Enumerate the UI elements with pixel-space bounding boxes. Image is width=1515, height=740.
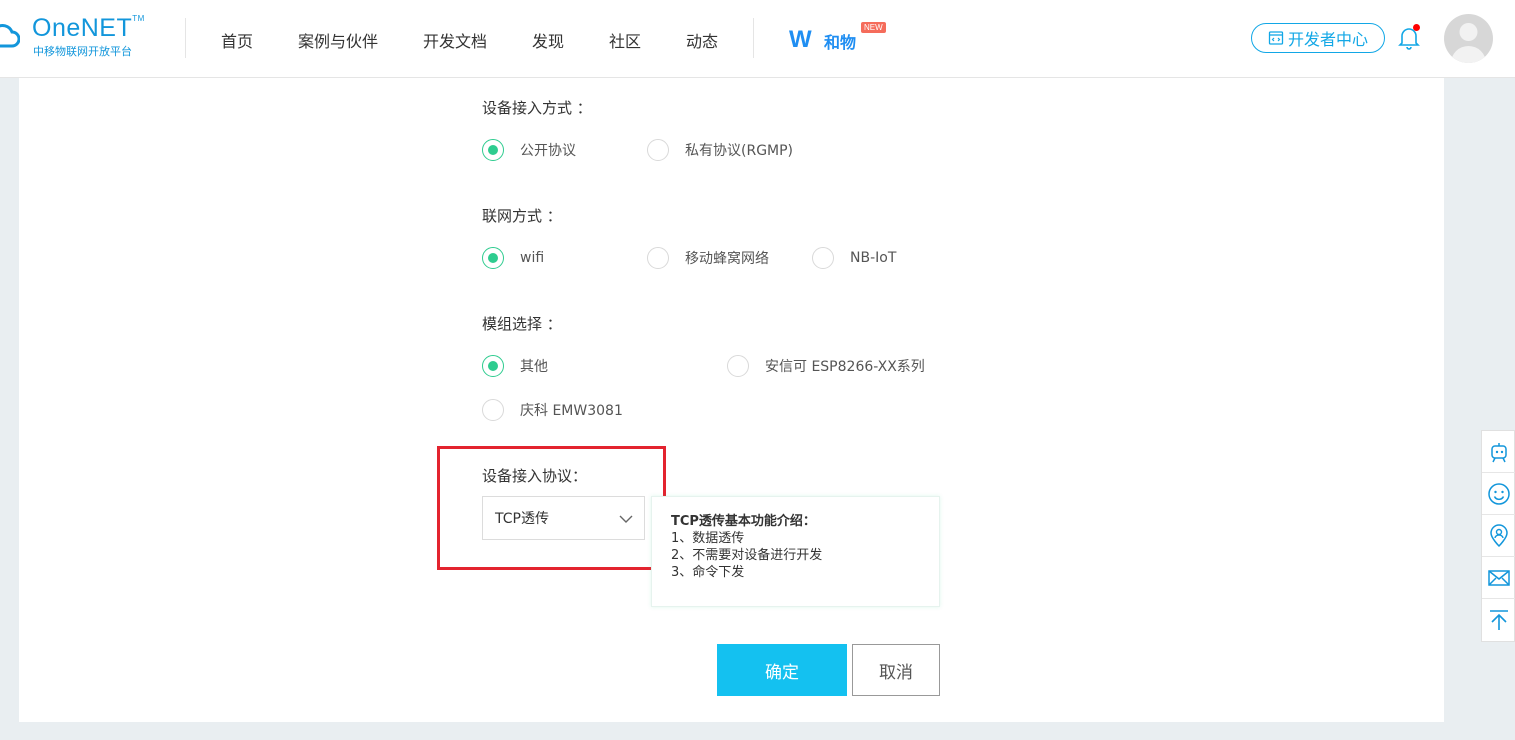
radio-label: 公开协议 xyxy=(520,143,576,159)
protocol-select[interactable]: TCP透传 xyxy=(482,496,645,540)
radio-public-protocol[interactable]: 公开协议 xyxy=(482,139,576,161)
radio-wifi[interactable]: wifi xyxy=(482,247,544,269)
radio-circle xyxy=(482,355,504,377)
top-header: OneNETTM 中移物联网开放平台 首页 案例与伙伴 开发文档 发现 社区 动… xyxy=(0,0,1515,78)
radio-module-other[interactable]: 其他 xyxy=(482,355,548,377)
hewu-w-icon: W xyxy=(789,26,812,53)
float-robot-button[interactable] xyxy=(1482,431,1515,473)
notification-bell[interactable] xyxy=(1398,24,1420,50)
notification-dot xyxy=(1413,24,1420,31)
hewu-text: 和物 xyxy=(824,33,857,52)
float-feedback-button[interactable] xyxy=(1482,473,1515,515)
radio-circle xyxy=(482,139,504,161)
radio-circle xyxy=(812,247,834,269)
confirm-button[interactable]: 确定 xyxy=(717,644,847,696)
floating-toolbar xyxy=(1481,430,1515,642)
radio-module-esp8266[interactable]: 安信可 ESP8266-XX系列 xyxy=(727,355,925,377)
radio-circle xyxy=(727,355,749,377)
header-divider xyxy=(185,18,186,58)
info-title: TCP透传基本功能介绍： xyxy=(671,514,816,529)
radio-label: 移动蜂窝网络 xyxy=(685,251,769,267)
developer-center-button[interactable]: 开发者中心 xyxy=(1251,23,1385,53)
back-to-top-icon xyxy=(1490,610,1508,630)
smile-icon xyxy=(1488,482,1510,505)
info-line: 3、命令下发 xyxy=(671,565,745,580)
float-contact-button[interactable] xyxy=(1482,515,1515,557)
float-mail-button[interactable] xyxy=(1482,557,1515,599)
radio-circle xyxy=(647,139,669,161)
code-window-icon xyxy=(1268,31,1284,45)
module-label: 模组选择 ： xyxy=(482,315,562,333)
chevron-down-icon xyxy=(619,515,633,523)
radio-nb-iot[interactable]: NB-IoT xyxy=(812,247,896,269)
radio-circle xyxy=(482,399,504,421)
protocol-selected-value: TCP透传 xyxy=(495,511,549,527)
brand-name: OneNETTM xyxy=(32,14,145,42)
radio-label: 其他 xyxy=(520,359,548,375)
cloud-logo-icon xyxy=(0,23,20,48)
protocol-label: 设备接入协议： xyxy=(482,467,588,485)
robot-icon xyxy=(1491,442,1507,462)
location-user-icon xyxy=(1490,523,1508,547)
radio-label: 私有协议(RGMP) xyxy=(685,143,794,159)
float-top-button[interactable] xyxy=(1482,599,1515,641)
network-label: 联网方式 ： xyxy=(482,207,562,225)
nav-dev-docs[interactable]: 开发文档 xyxy=(423,28,487,52)
nav-community[interactable]: 社区 xyxy=(609,28,641,52)
radio-label: 庆科 EMW3081 xyxy=(520,403,623,419)
radio-label: 安信可 ESP8266-XX系列 xyxy=(765,359,925,375)
access-method-label: 设备接入方式 ： xyxy=(482,99,592,117)
brand-subtitle: 中移物联网开放平台 xyxy=(33,45,132,58)
header-divider xyxy=(753,18,754,58)
user-avatar[interactable] xyxy=(1444,14,1493,63)
developer-center-label: 开发者中心 xyxy=(1287,30,1368,49)
nav-cases-partners[interactable]: 案例与伙伴 xyxy=(298,28,378,52)
info-line: 1、数据透传 xyxy=(671,531,745,546)
nav-news[interactable]: 动态 xyxy=(686,28,718,52)
new-badge: NEW xyxy=(861,22,886,33)
radio-label: wifi xyxy=(520,250,545,266)
nav-discover[interactable]: 发现 xyxy=(532,28,564,52)
mail-icon xyxy=(1488,569,1510,586)
radio-cellular[interactable]: 移动蜂窝网络 xyxy=(647,247,769,269)
radio-circle xyxy=(647,247,669,269)
protocol-info-box: TCP透传基本功能介绍： 1、数据透传 2、不需要对设备进行开发 3、命令下发 xyxy=(651,496,940,607)
nav-home[interactable]: 首页 xyxy=(221,28,253,52)
cancel-button[interactable]: 取消 xyxy=(852,644,940,696)
radio-module-emw3081[interactable]: 庆科 EMW3081 xyxy=(482,399,623,421)
user-silhouette-icon xyxy=(1451,23,1486,63)
onenet-logo[interactable]: OneNETTM 中移物联网开放平台 xyxy=(0,12,150,62)
radio-circle xyxy=(482,247,504,269)
radio-private-protocol[interactable]: 私有协议(RGMP) xyxy=(647,139,793,161)
info-line: 2、不需要对设备进行开发 xyxy=(671,548,823,563)
radio-label: NB-IoT xyxy=(850,250,897,266)
